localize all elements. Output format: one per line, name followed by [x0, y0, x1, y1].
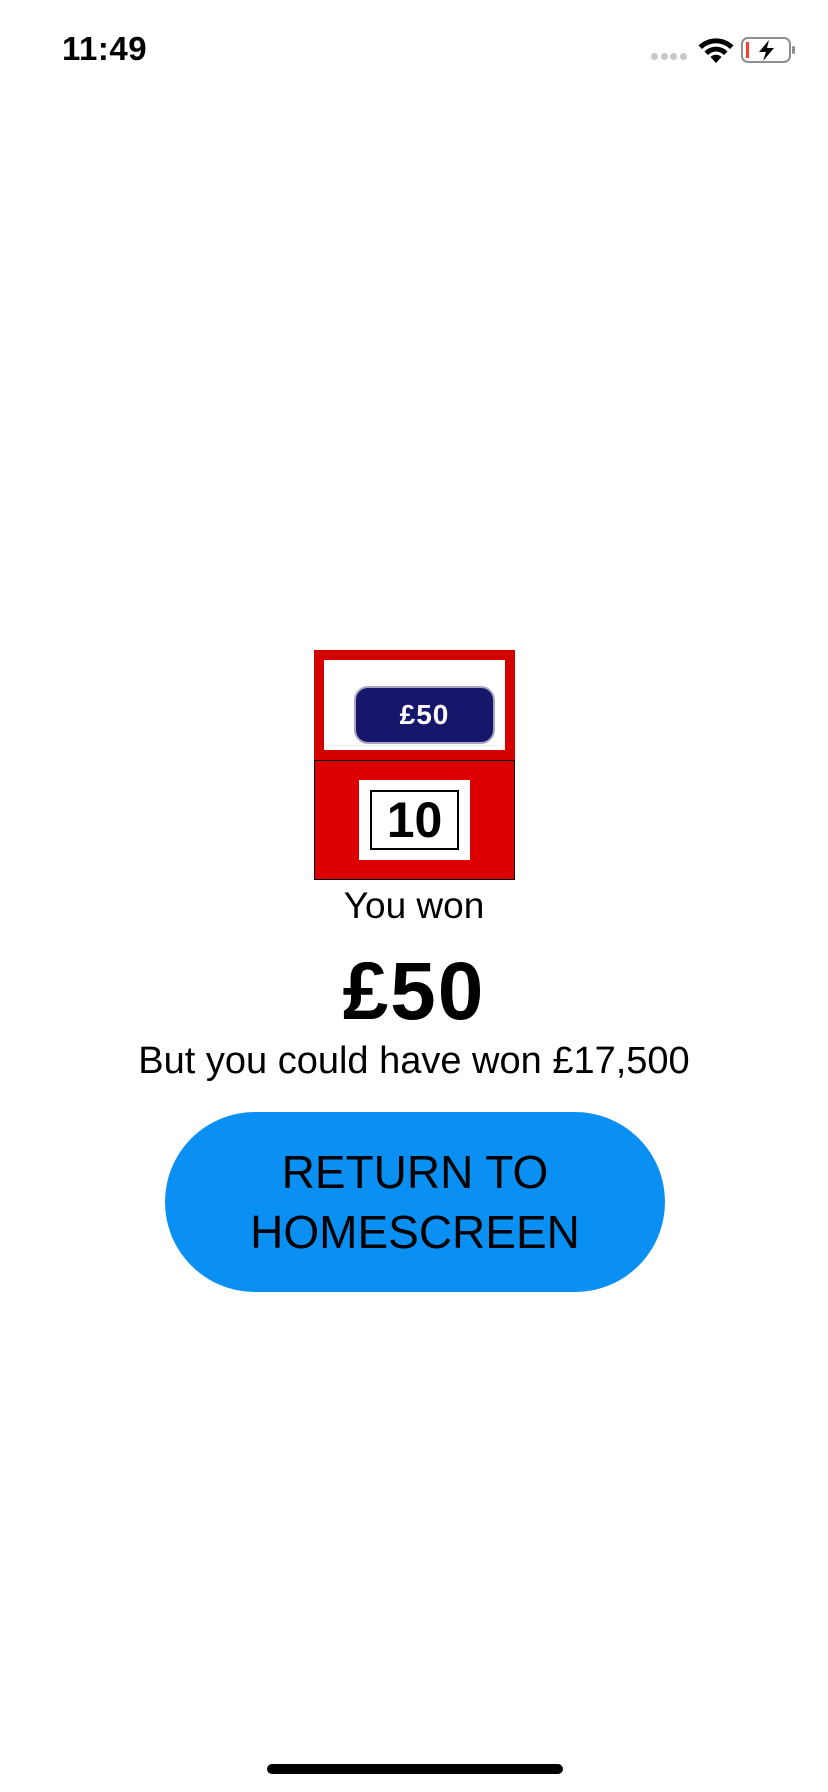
could-have-won-text: But you could have won £17,500: [138, 1040, 690, 1082]
home-indicator[interactable]: [267, 1764, 563, 1774]
battery-charging-icon: [741, 37, 795, 63]
case-number-plate: 10: [359, 780, 470, 860]
you-won-label: You won: [343, 885, 485, 926]
briefcase-bottom: 10: [314, 760, 515, 880]
case-number: 10: [370, 790, 459, 850]
briefcase-card: £50 10: [314, 650, 515, 880]
return-button-line2: HOMESCREEN: [250, 1206, 580, 1258]
return-to-homescreen-button[interactable]: RETURN TO HOMESCREEN: [165, 1112, 665, 1292]
wifi-icon: [698, 38, 734, 63]
briefcase-top: £50: [314, 650, 515, 760]
won-amount: £50: [342, 946, 486, 1037]
signal-icon: [651, 53, 691, 61]
status-time: 11:49: [62, 30, 148, 67]
status-bar: 11:49: [0, 0, 828, 100]
case-amount-badge: £50: [354, 686, 495, 744]
return-button-line1: RETURN TO: [281, 1146, 549, 1198]
